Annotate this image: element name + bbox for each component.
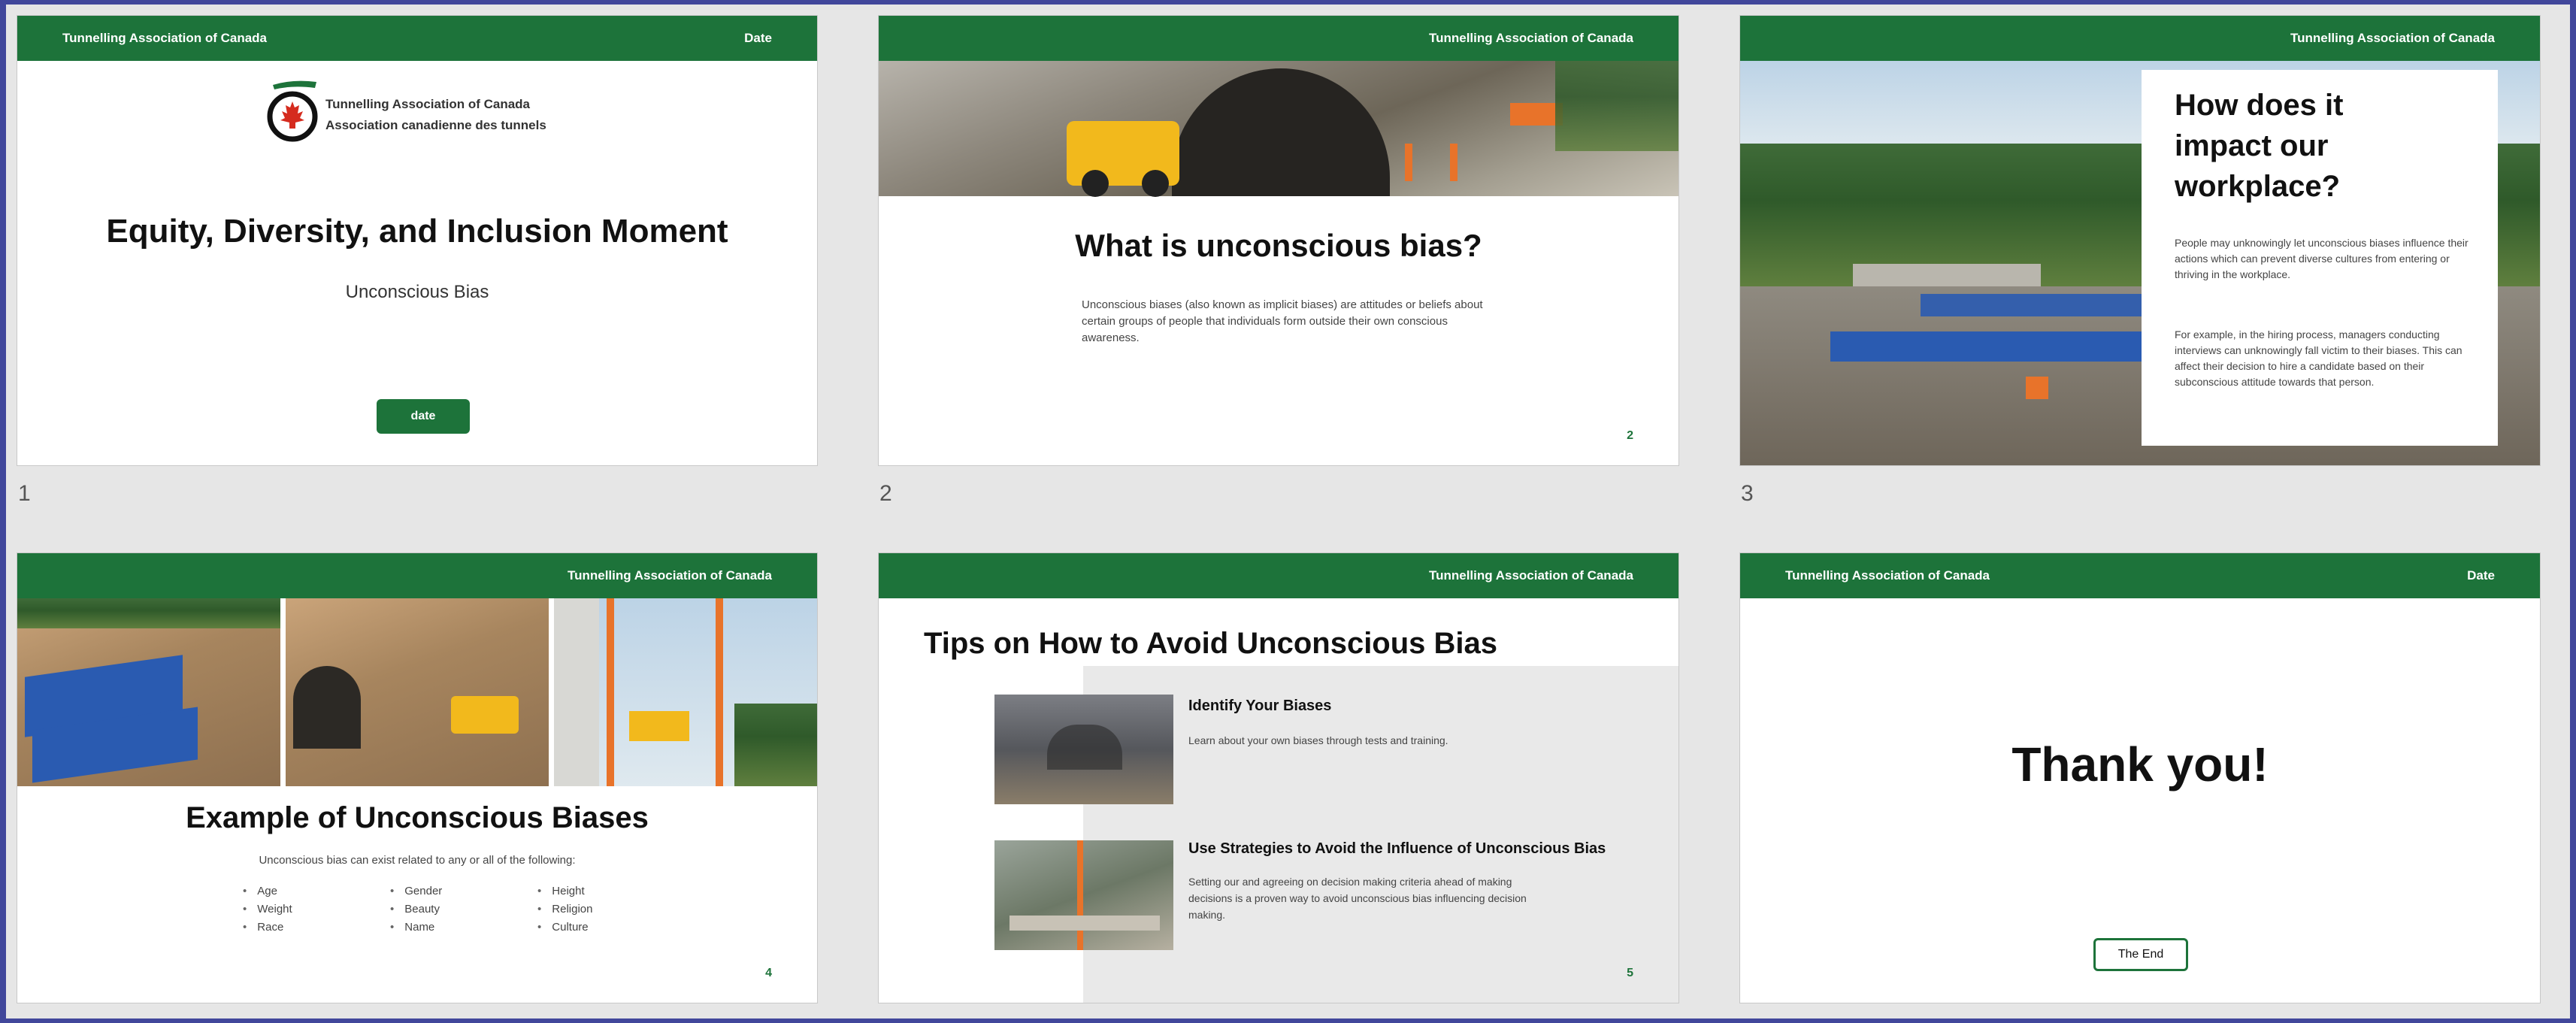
page-number: 5 xyxy=(1627,967,1633,979)
header-right-text: Date xyxy=(2467,568,2495,583)
excavator-tunnel-image xyxy=(286,598,549,786)
list-item: Religion xyxy=(537,900,592,919)
list-item: Height xyxy=(537,882,592,900)
header-right-text: Tunnelling Association of Canada xyxy=(1428,568,1633,583)
header-right-text: Tunnelling Association of Canada xyxy=(1428,31,1633,45)
slide-header: Tunnelling Association of Canada xyxy=(879,553,1678,598)
slide-header: Tunnelling Association of Canada xyxy=(1740,16,2540,61)
header-right-text: Tunnelling Association of Canada xyxy=(2290,31,2495,45)
list-item: Name xyxy=(390,919,442,937)
list-item: Gender xyxy=(390,882,442,900)
slide-thumbnail-6[interactable]: Tunnelling Association of Canada Date Th… xyxy=(1739,552,2541,1003)
org-name-fr: Association canadienne des tunnels xyxy=(325,118,546,132)
text-panel: How does it impact our workplace? People… xyxy=(2142,70,2498,446)
slide-body-text: Unconscious biases (also known as implic… xyxy=(1082,298,1483,344)
slide-title: How does it impact our workplace? xyxy=(2175,89,2344,203)
intro-text: Unconscious bias can exist related to an… xyxy=(259,854,576,867)
tip-1-body: Learn about your own biases through test… xyxy=(1188,734,1448,746)
tip-2-body: Setting our and agreeing on decision mak… xyxy=(1188,876,1527,921)
slide-title: Example of Unconscious Biases xyxy=(186,801,649,834)
list-item: Age xyxy=(243,882,292,900)
header-left-text: Tunnelling Association of Canada xyxy=(62,31,268,45)
bias-list-col-3: Height Religion Culture xyxy=(537,882,592,937)
slide-thumbnail-3[interactable]: Tunnelling Association of Canada How doe… xyxy=(1739,15,2541,466)
slide-title: Equity, Diversity, and Inclusion Moment xyxy=(106,213,728,250)
page-number: 4 xyxy=(765,967,772,979)
header-right-text: Date xyxy=(744,31,772,45)
tac-logo xyxy=(264,77,321,142)
slide-thumbnail-5[interactable]: Tunnelling Association of Canada Tips on… xyxy=(878,552,1679,1003)
list-item: Race xyxy=(243,919,292,937)
slide-thumbnail-2[interactable]: Tunnelling Association of Canada What is… xyxy=(878,15,1679,466)
paragraph-1: People may unknowingly let unconscious b… xyxy=(2175,237,2469,280)
slide-title: What is unconscious bias? xyxy=(1075,228,1482,263)
slide-header: Tunnelling Association of Canada xyxy=(17,553,817,598)
date-button[interactable]: date xyxy=(377,399,470,434)
list-item: Beauty xyxy=(390,900,442,919)
slide-number-2: 2 xyxy=(879,481,892,506)
crane-image xyxy=(554,598,817,786)
header-left-text: Tunnelling Association of Canada xyxy=(1785,568,1990,583)
tip-1-title: Identify Your Biases xyxy=(1188,698,1332,714)
slide-title: Thank you! xyxy=(2011,737,2269,791)
paragraph-2: For example, in the hiring process, mana… xyxy=(2175,328,2462,388)
header-right-text: Tunnelling Association of Canada xyxy=(567,568,772,583)
bridge-construction-image xyxy=(994,840,1173,950)
trucks-image xyxy=(17,598,280,786)
bias-list-col-1: Age Weight Race xyxy=(243,882,292,937)
slide-header: Tunnelling Association of Canada xyxy=(879,16,1678,61)
tip-2-title: Use Strategies to Avoid the Influence of… xyxy=(1188,840,1606,857)
slide-thumbnail-4[interactable]: Tunnelling Association of Canada Example… xyxy=(17,552,818,1003)
slide-number-3: 3 xyxy=(1741,481,1754,506)
slide-header: Tunnelling Association of Canada Date xyxy=(1740,553,2540,598)
slide-thumbnail-1[interactable]: Tunnelling Association of Canada Date Tu… xyxy=(17,15,818,466)
tunnel-portal-image xyxy=(879,61,1678,197)
list-item: Culture xyxy=(537,919,592,937)
org-name-en: Tunnelling Association of Canada xyxy=(325,97,531,111)
the-end-button[interactable]: The End xyxy=(2093,938,2188,971)
list-item: Weight xyxy=(243,900,292,919)
slide-title: Tips on How to Avoid Unconscious Bias xyxy=(924,627,1498,660)
page-number: 2 xyxy=(1627,429,1633,442)
tunnel-interior-image xyxy=(994,695,1173,804)
bias-list-col-2: Gender Beauty Name xyxy=(390,882,442,937)
slide-number-1: 1 xyxy=(18,481,31,506)
slide-header: Tunnelling Association of Canada Date xyxy=(17,16,817,61)
slide-subtitle: Unconscious Bias xyxy=(345,282,489,302)
